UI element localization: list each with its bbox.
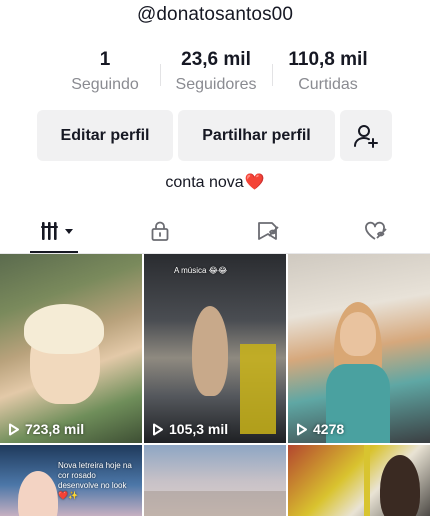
view-count-text: 723,8 mil xyxy=(25,421,85,437)
stat-likes[interactable]: 110,8 mil Curtidas xyxy=(280,48,376,94)
add-user-icon xyxy=(354,124,378,148)
video-thumbnail[interactable]: A música 😂😂 105,3 mil xyxy=(144,254,286,443)
video-caption: A música 😂😂 xyxy=(174,266,228,275)
video-thumbnail[interactable]: 723,8 mil xyxy=(0,254,142,443)
username: @donatosantos00 xyxy=(136,4,293,25)
stat-divider xyxy=(272,64,273,86)
person-figure xyxy=(340,312,376,356)
person-figure xyxy=(192,306,228,396)
following-count: 1 xyxy=(99,49,111,70)
video-thumbnail[interactable]: 4278 xyxy=(288,254,430,443)
tab-videos[interactable] xyxy=(18,208,98,254)
bio-text: conta nova xyxy=(165,174,244,191)
profile-tabs xyxy=(0,208,430,254)
horizon xyxy=(144,491,286,516)
stat-followers[interactable]: 23,6 mil Seguidores xyxy=(168,48,264,94)
saved-hidden-icon xyxy=(258,222,279,240)
stat-following[interactable]: 1 Seguindo xyxy=(60,48,150,94)
view-count: 105,3 mil xyxy=(152,421,228,437)
view-count-text: 105,3 mil xyxy=(169,421,229,437)
play-icon xyxy=(9,423,19,435)
hair xyxy=(24,304,104,354)
play-icon xyxy=(153,423,163,435)
video-thumbnail[interactable] xyxy=(288,445,430,516)
liked-hidden-icon xyxy=(365,221,387,240)
lock-icon xyxy=(151,221,169,241)
profile-stats: 1 Seguindo 23,6 mil Seguidores 110,8 mil… xyxy=(0,48,430,98)
tab-liked[interactable] xyxy=(336,208,416,254)
tab-private[interactable] xyxy=(120,208,200,254)
videos-grid-icon xyxy=(41,222,73,240)
active-tab-indicator xyxy=(30,251,78,253)
share-profile-button[interactable]: Partilhar perfil xyxy=(178,110,335,161)
person-figure xyxy=(18,471,58,516)
stat-divider xyxy=(160,64,161,86)
play-icon xyxy=(297,423,307,435)
followers-label: Seguidores xyxy=(175,76,257,93)
machine-frame xyxy=(364,445,370,516)
video-thumbnail[interactable]: Nova letreira hoje na cor rosado desenvo… xyxy=(0,445,142,516)
video-caption: Nova letreira hoje na cor rosado desenvo… xyxy=(58,461,132,500)
view-count: 4278 xyxy=(296,421,344,437)
profile-bio: conta nova❤️ xyxy=(0,172,430,192)
video-thumbnail[interactable] xyxy=(144,445,286,516)
tab-saved[interactable] xyxy=(228,208,308,254)
likes-count: 110,8 mil xyxy=(288,49,368,70)
heart-emoji: ❤️ xyxy=(244,174,265,191)
followers-count: 23,6 mil xyxy=(181,49,251,70)
person-figure xyxy=(380,455,420,516)
add-friend-button[interactable] xyxy=(340,110,392,161)
edit-profile-button[interactable]: Editar perfil xyxy=(37,110,173,161)
treadmill xyxy=(240,344,276,434)
view-count-text: 4278 xyxy=(313,421,345,437)
likes-label: Curtidas xyxy=(298,76,358,93)
view-count: 723,8 mil xyxy=(8,421,84,437)
following-label: Seguindo xyxy=(71,76,139,93)
